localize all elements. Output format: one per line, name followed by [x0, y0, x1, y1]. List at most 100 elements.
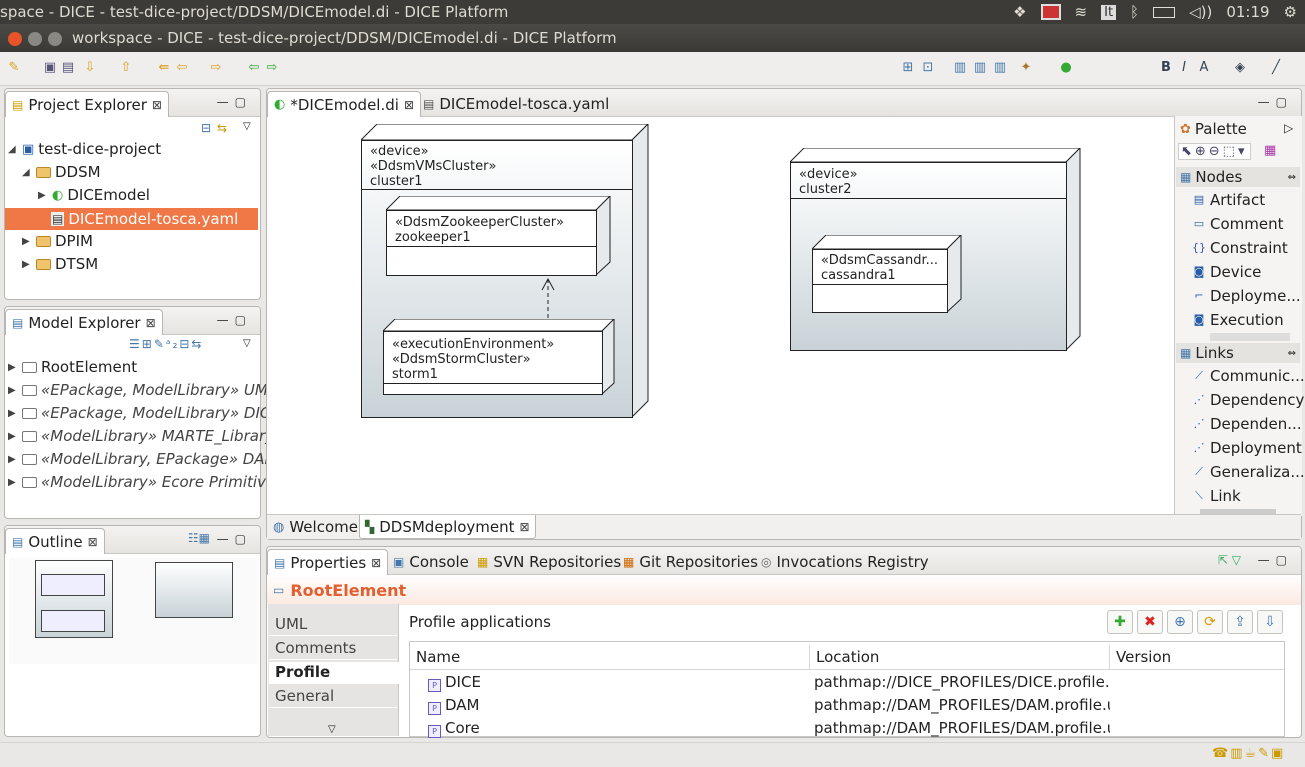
align-center-icon[interactable]: ▥ [972, 60, 988, 76]
new-file-icon[interactable]: ✎ [6, 60, 22, 76]
palette-collapse-arrow-icon[interactable]: ▷ [1284, 121, 1293, 135]
tree-item-dicemodel[interactable]: ▶ ◐ DICEmodel [38, 186, 150, 204]
close-icon[interactable]: ⊠ [88, 535, 98, 549]
drawer-pin-icon[interactable]: ⇔ [1288, 172, 1296, 183]
prev-edit-icon[interactable]: ⇦ [246, 60, 262, 76]
link-editor-icon[interactable]: ⇆ [217, 121, 227, 135]
close-icon[interactable]: ⊠ [152, 98, 162, 112]
forward-icon[interactable]: ⇨ [208, 60, 224, 76]
tree-item-dicemodel-tosca-yaml[interactable]: ▤ DICEmodel-tosca.yaml [5, 208, 258, 230]
align-left-icon[interactable]: ▥ [952, 60, 968, 76]
tab-outline[interactable]: ▤ Outline ⊠ [5, 528, 105, 554]
back-history-icon[interactable]: ⇚ [156, 60, 172, 76]
outline-toolbar-icons[interactable]: ☷▦ [188, 531, 210, 545]
tab-console[interactable]: ▣ Console [387, 549, 475, 575]
clock[interactable]: 01:19 [1226, 3, 1269, 21]
collapse-all-icon[interactable]: ⊟ [201, 121, 211, 135]
browse-workspace-button[interactable]: ⇪ [1227, 610, 1253, 634]
palette-item-dependency-2[interactable]: ⋰ Dependen... [1192, 415, 1302, 433]
tab-dicemodel-di[interactable]: ◐ *DICEmodel.di ⊠ [267, 91, 421, 117]
collapsed-arrow-icon[interactable]: ▶ [8, 477, 18, 488]
settings-gear-icon[interactable]: ⚙ [1284, 3, 1297, 21]
save-icon[interactable]: ▣ [42, 60, 58, 76]
wifi-icon[interactable]: ≋ [1075, 3, 1088, 21]
palette-item-comment[interactable]: ▭ Comment [1192, 215, 1284, 233]
run-config-icon[interactable]: ● [1058, 60, 1074, 76]
close-icon[interactable]: ⊠ [520, 520, 530, 534]
palette-item-generalization[interactable]: ⟋ Generaliza... [1192, 463, 1305, 481]
column-header-name[interactable]: Name [410, 645, 810, 669]
side-tab-uml[interactable]: UML [269, 614, 397, 636]
palette-drawer-icon[interactable]: ▦ [1264, 143, 1276, 158]
palette-item-dependency[interactable]: ⋰ Dependency [1192, 391, 1305, 409]
collapsed-arrow-icon[interactable]: ▶ [38, 190, 48, 201]
dropbox-icon[interactable]: ❖ [1013, 3, 1026, 21]
expanded-arrow-icon[interactable]: ◢ [22, 167, 32, 178]
expanded-arrow-icon[interactable]: ◢ [8, 144, 18, 155]
tree-item-uml-primitive-types[interactable]: ▶ «EPackage, ModelLibrary» UML P [8, 381, 290, 399]
tab-invocations-registry[interactable]: ◎ Invocations Registry [755, 549, 935, 575]
minimize-maximize-icons[interactable]: —▢ [1258, 95, 1293, 109]
collapsed-arrow-icon[interactable]: ▶ [8, 408, 18, 419]
export-icon[interactable]: ⇧ [118, 60, 134, 76]
node-zookeeper1[interactable]: «DdsmZookeeperCluster» zookeeper1 [386, 196, 611, 276]
tab-welcome[interactable]: ◍ Welcome [269, 516, 362, 538]
tree-item-dpim[interactable]: ▶ DPIM [22, 232, 93, 250]
close-icon[interactable]: ⊠ [404, 98, 414, 112]
tree-item-dam-library[interactable]: ▶ «ModelLibrary, EPackage» DAM_I [8, 450, 289, 468]
minimize-maximize-icons[interactable]: —▢ [217, 95, 252, 109]
minimize-maximize-icons[interactable]: —▢ [217, 532, 252, 546]
window-close-button[interactable] [8, 32, 22, 46]
palette-links-header[interactable]: ▦ Links ⇔ [1176, 343, 1300, 363]
node-storm1[interactable]: «executionEnvironment» «DdsmStormCluster… [383, 319, 615, 395]
collapsed-arrow-icon[interactable]: ▶ [8, 431, 18, 442]
zoom-icon[interactable]: ⊡ [920, 60, 936, 76]
close-icon[interactable]: ⊠ [371, 556, 381, 570]
tree-item-marte-library[interactable]: ▶ «ModelLibrary» MARTE_Library [8, 427, 274, 445]
palette-item-execution-environment[interactable]: ◙ Execution [1192, 311, 1284, 329]
drawer-pin-icon[interactable]: ⇔ [1288, 348, 1296, 359]
font-color-icon[interactable]: A [1196, 60, 1212, 76]
palette-item-link[interactable]: ⟍ Link [1192, 487, 1241, 505]
palette-item-deployment-spec[interactable]: ⌐ Deployme... [1192, 287, 1300, 305]
reapply-profile-button[interactable]: ⟳ [1197, 610, 1223, 634]
tree-item-root-element[interactable]: ▶ RootElement [8, 358, 137, 376]
battery-icon[interactable] [1153, 6, 1176, 18]
tree-item-ecore-primitive-types[interactable]: ▶ «ModelLibrary» Ecore Primitive Ty [8, 473, 297, 491]
minimize-maximize-icons[interactable]: —▢ [1258, 553, 1293, 567]
save-all-icon[interactable]: ▤ [60, 60, 76, 76]
properties-toolbar-icons[interactable]: ⇱ ▽ [1218, 553, 1241, 567]
collapsed-arrow-icon[interactable]: ▶ [22, 259, 32, 270]
view-menu-icon[interactable]: ▽ [243, 338, 251, 349]
tab-git-repositories[interactable]: ▦ Git Repositories [617, 549, 764, 575]
side-tabs-scroll-down-icon[interactable]: ▽ [328, 724, 336, 735]
palette-item-device[interactable]: ◙ Device [1192, 263, 1262, 281]
tree-item-test-dice-project[interactable]: ◢ ▣ test-dice-project [8, 140, 161, 158]
record-icon[interactable] [1040, 4, 1061, 20]
apply-registered-profile-button[interactable]: ⊕ [1167, 610, 1193, 634]
palette-tools-icons[interactable]: ⬉⊕⊖⬚▾ [1178, 143, 1251, 160]
align-right-icon[interactable]: ▥ [992, 60, 1008, 76]
tab-model-explorer[interactable]: ▤ Model Explorer ⊠ [5, 309, 163, 335]
tab-svn-repositories[interactable]: ▦ SVN Repositories [471, 549, 627, 575]
collapsed-arrow-icon[interactable]: ▶ [8, 362, 18, 373]
zoom-fit-icon[interactable]: ⊞ [900, 60, 916, 76]
side-tab-profile[interactable]: Profile [269, 662, 400, 684]
palette-item-constraint[interactable]: {} Constraint [1192, 239, 1288, 257]
window-maximize-button[interactable] [48, 32, 62, 46]
column-header-location[interactable]: Location [810, 645, 1110, 669]
import-icon[interactable]: ⇩ [82, 60, 98, 76]
column-header-version[interactable]: Version [1110, 645, 1280, 669]
palette-item-communication-path[interactable]: ⟋ Communic... [1192, 367, 1304, 385]
side-tab-comments[interactable]: Comments [269, 638, 397, 660]
tree-item-dice-library[interactable]: ▶ «EPackage, ModelLibrary» DICE_L [8, 404, 296, 422]
browse-registered-button[interactable]: ⇩ [1257, 610, 1283, 634]
palette-header[interactable]: ✿ Palette [1180, 120, 1247, 138]
tab-properties[interactable]: ▤ Properties ⊠ [267, 549, 389, 575]
view-menu-icon[interactable]: ▽ [243, 121, 251, 132]
wand-icon[interactable]: ✦ [1018, 60, 1034, 76]
table-row[interactable]: P DICE [428, 673, 481, 692]
italic-icon[interactable]: I [1176, 60, 1192, 76]
fill-color-icon[interactable]: ◈ [1232, 60, 1248, 76]
outline-thumbnail[interactable] [9, 558, 259, 664]
